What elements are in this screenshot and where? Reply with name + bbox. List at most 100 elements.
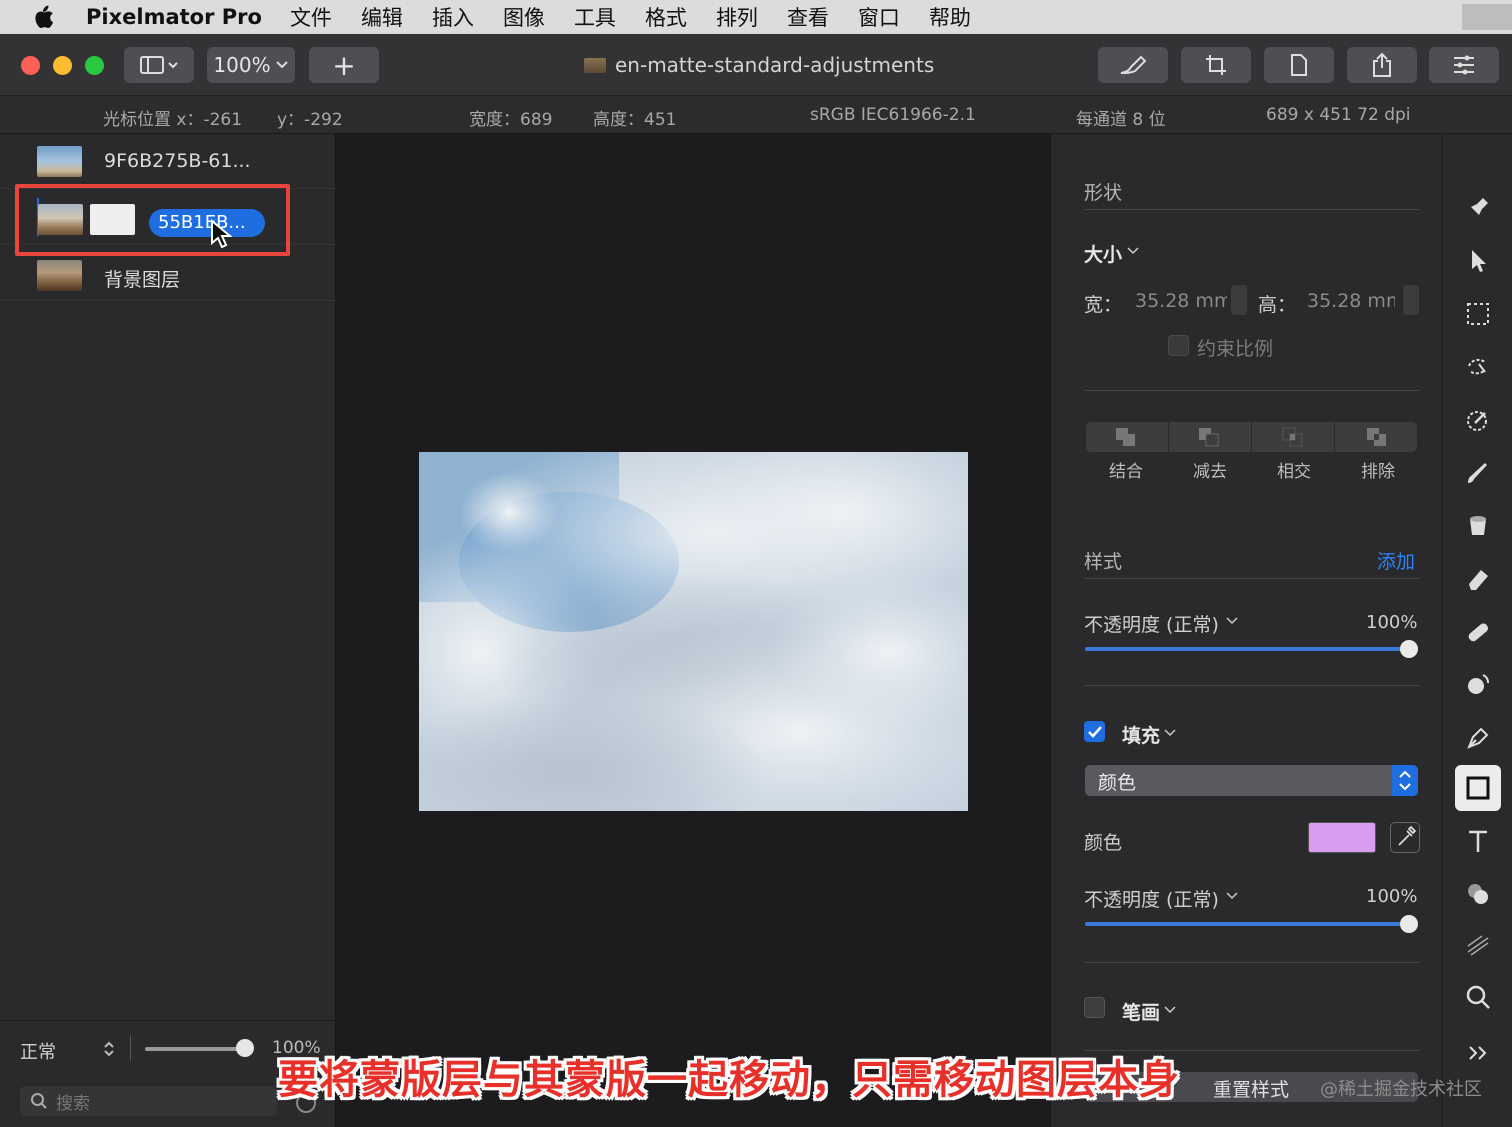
width-stepper[interactable] bbox=[1231, 285, 1247, 315]
zoom-tool[interactable] bbox=[1457, 976, 1499, 1018]
color-profile-readout: sRGB IEC61966-2.1 bbox=[810, 105, 976, 125]
menu-edit[interactable]: 编辑 bbox=[361, 2, 403, 32]
type-tool[interactable] bbox=[1457, 820, 1499, 862]
quick-select-icon bbox=[1468, 358, 1486, 375]
sidebar-toggle-button[interactable] bbox=[124, 47, 194, 83]
layer-row[interactable]: 背景图层 bbox=[0, 246, 336, 301]
repair-tool[interactable] bbox=[1457, 611, 1499, 653]
chevron-down-icon[interactable] bbox=[1164, 729, 1176, 737]
layer-opacity-slider[interactable] bbox=[145, 1047, 245, 1051]
menu-tools[interactable]: 工具 bbox=[574, 2, 616, 32]
add-button[interactable]: + bbox=[309, 47, 379, 83]
divider bbox=[1084, 685, 1420, 686]
bit-depth-readout: 每通道 8 位 bbox=[1076, 110, 1166, 130]
updown-chevron-icon[interactable] bbox=[102, 1039, 116, 1059]
eyedropper-icon bbox=[1398, 825, 1417, 846]
share-button[interactable] bbox=[1347, 47, 1417, 83]
adjustments-button[interactable] bbox=[1429, 47, 1499, 83]
constrain-proportions-label: 约束比例 bbox=[1197, 338, 1274, 360]
layer-row[interactable]: 9F6B275B-61... bbox=[0, 134, 336, 189]
intersect-icon bbox=[1282, 427, 1303, 447]
chevron-down-icon[interactable] bbox=[1127, 247, 1139, 255]
paint-bucket-icon bbox=[1470, 516, 1486, 535]
width-label: 宽： bbox=[1084, 294, 1123, 316]
height-field[interactable]: 35.28 mm bbox=[1307, 290, 1395, 312]
chevron-down-icon[interactable] bbox=[1226, 617, 1238, 625]
fill-opacity-slider-knob[interactable] bbox=[1400, 915, 1418, 933]
zoom-dropdown[interactable]: 100% bbox=[207, 47, 295, 83]
quick-select-tool[interactable] bbox=[1457, 346, 1499, 388]
zoom-window-button[interactable] bbox=[85, 56, 104, 75]
eyedropper-button[interactable] bbox=[1390, 822, 1420, 853]
shape-tool-active[interactable] bbox=[1455, 765, 1501, 811]
export-button[interactable] bbox=[1264, 47, 1334, 83]
combine-icon bbox=[1116, 428, 1135, 446]
minimize-window-button[interactable] bbox=[53, 56, 72, 75]
width-field[interactable]: 35.28 mm bbox=[1135, 290, 1227, 312]
menu-window[interactable]: 窗口 bbox=[858, 2, 900, 32]
app-name-menu[interactable]: Pixelmator Pro bbox=[86, 5, 262, 29]
opacity-slider-knob[interactable] bbox=[1400, 640, 1418, 658]
reset-style-label: 重置样式 bbox=[1213, 1079, 1290, 1101]
paint-tool[interactable] bbox=[1457, 452, 1499, 494]
chevron-down-icon bbox=[275, 61, 288, 69]
stroke-label[interactable]: 笔画 bbox=[1122, 998, 1160, 1025]
select-tool[interactable] bbox=[1457, 240, 1499, 282]
document-icon bbox=[584, 57, 606, 73]
pen-nib-icon bbox=[1467, 727, 1489, 749]
constrain-proportions-checkbox[interactable] bbox=[1168, 335, 1189, 356]
color-adjust-tool[interactable] bbox=[1457, 399, 1499, 441]
canvas-image[interactable] bbox=[359, 422, 1019, 852]
opacity-slider[interactable] bbox=[1085, 647, 1409, 651]
rect-select-tool[interactable] bbox=[1457, 293, 1499, 335]
pen-tool[interactable] bbox=[1457, 717, 1499, 759]
divider bbox=[1084, 209, 1420, 210]
menu-image[interactable]: 图像 bbox=[503, 2, 545, 32]
color-blend-tool[interactable] bbox=[1457, 873, 1499, 915]
menu-file[interactable]: 文件 bbox=[290, 2, 332, 32]
retouch-button[interactable] bbox=[1098, 47, 1168, 83]
opacity-label[interactable]: 不透明度 (正常) bbox=[1084, 610, 1219, 637]
distort-tool[interactable] bbox=[1457, 924, 1499, 966]
fill-tool[interactable] bbox=[1457, 505, 1499, 547]
size-section-toggle[interactable]: 大小 bbox=[1084, 240, 1122, 267]
close-window-button[interactable] bbox=[21, 56, 40, 75]
more-tools-button[interactable] bbox=[1457, 1032, 1499, 1074]
menu-view[interactable]: 查看 bbox=[787, 2, 829, 32]
height-stepper[interactable] bbox=[1403, 285, 1419, 315]
exclude-icon bbox=[1367, 428, 1386, 446]
share-icon bbox=[1373, 52, 1391, 77]
erase-tool[interactable] bbox=[1457, 558, 1499, 600]
crop-button[interactable] bbox=[1181, 47, 1251, 83]
menu-help[interactable]: 帮助 bbox=[929, 2, 971, 32]
chevron-down-icon[interactable] bbox=[1226, 892, 1238, 900]
image-width-readout: 宽度：689 bbox=[469, 110, 553, 130]
divider bbox=[1084, 578, 1420, 579]
fill-checkbox[interactable] bbox=[1084, 721, 1105, 742]
add-style-button[interactable]: 添加 bbox=[1377, 547, 1415, 574]
rectangle-icon bbox=[1466, 776, 1490, 800]
arrange-tool[interactable] bbox=[1457, 187, 1499, 229]
layers-search-field[interactable]: 搜索 bbox=[20, 1086, 277, 1116]
brush-icon bbox=[1468, 463, 1487, 483]
menu-format[interactable]: 格式 bbox=[645, 2, 687, 32]
arrow-cursor-icon bbox=[1472, 250, 1486, 272]
layer-opacity-knob[interactable] bbox=[236, 1039, 254, 1057]
fill-type-select[interactable]: 颜色 bbox=[1085, 765, 1418, 796]
fill-opacity-slider[interactable] bbox=[1085, 922, 1409, 926]
cursor-x-readout: 光标位置 x：-261 bbox=[103, 110, 243, 130]
menu-insert[interactable]: 插入 bbox=[432, 2, 474, 32]
style-section-header: 样式 bbox=[1084, 551, 1123, 573]
menu-arrange[interactable]: 排列 bbox=[716, 2, 758, 32]
fill-label[interactable]: 填充 bbox=[1122, 721, 1160, 748]
fill-opacity-label[interactable]: 不透明度 (正常) bbox=[1084, 885, 1219, 912]
fill-color-swatch[interactable] bbox=[1308, 822, 1376, 853]
apple-icon[interactable] bbox=[32, 4, 68, 30]
divider bbox=[1084, 962, 1420, 963]
subtract-icon bbox=[1199, 428, 1219, 447]
stroke-checkbox[interactable] bbox=[1084, 997, 1105, 1018]
blend-mode-select[interactable]: 正常 bbox=[20, 1038, 56, 1064]
chevron-down-icon[interactable] bbox=[1164, 1006, 1176, 1014]
search-icon bbox=[31, 1093, 47, 1109]
clone-tool[interactable] bbox=[1457, 664, 1499, 706]
